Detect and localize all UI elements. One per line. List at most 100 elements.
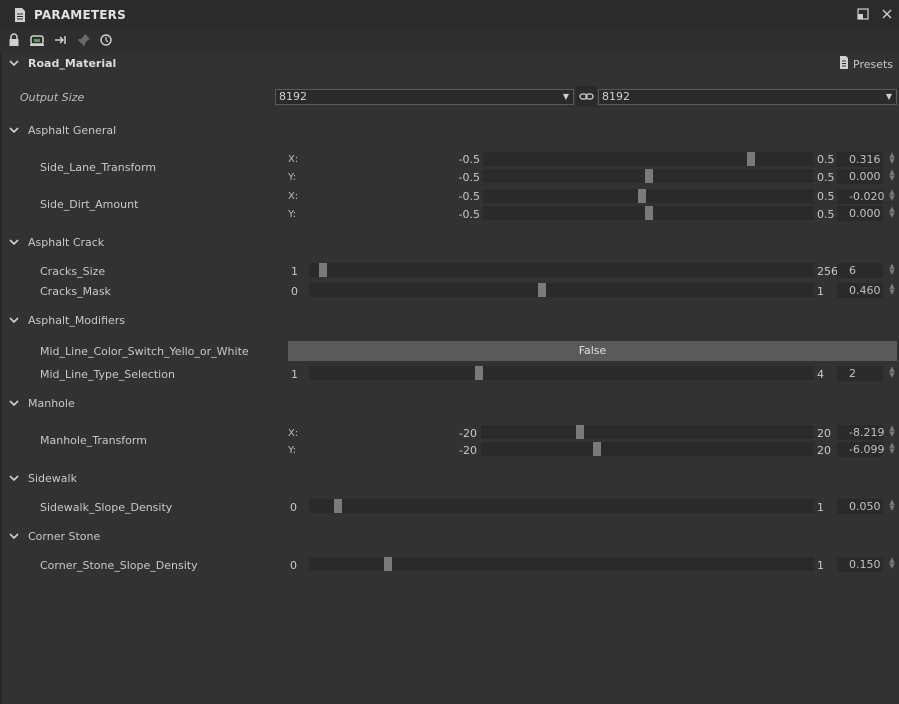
slider-track[interactable] [483, 189, 814, 203]
spinner-icon[interactable]: ▲ ▼ [887, 557, 897, 570]
value-field[interactable]: 0.316 [837, 152, 883, 167]
chevron-down-icon[interactable] [7, 57, 21, 70]
graph-link-icon[interactable] [29, 33, 45, 49]
reset-icon[interactable] [98, 33, 114, 49]
slider-min: -0.5 [458, 153, 480, 166]
slider-handle[interactable] [747, 152, 755, 166]
panel-title-bar [0, 0, 899, 30]
slider-max: 1 [817, 559, 824, 572]
slider-max: 256 [817, 265, 838, 278]
slider-track[interactable] [481, 442, 814, 456]
param-label: Side_Lane_Transform [40, 161, 157, 174]
spinner-icon[interactable]: ▲ ▼ [887, 283, 897, 296]
section-asphalt-crack[interactable]: Asphalt Crack [28, 236, 104, 249]
slider-max: 4 [817, 368, 824, 381]
parameters-toolbar [0, 30, 899, 52]
param-label: Corner_Stone_Slope_Density [40, 559, 198, 572]
slider-max: 1 [817, 285, 824, 298]
slider-track[interactable] [309, 283, 814, 297]
spinner-icon[interactable]: ▲ ▼ [887, 366, 897, 379]
close-icon[interactable] [879, 8, 895, 24]
spinner-icon[interactable]: ▲ ▼ [887, 206, 897, 219]
section-asphalt-modifiers[interactable]: Asphalt_Modifiers [28, 314, 125, 327]
spinner-icon[interactable]: ▲ ▼ [887, 442, 897, 455]
chevron-down-icon[interactable] [7, 236, 21, 249]
lock-icon[interactable] [6, 33, 22, 49]
spinner-icon[interactable]: ▲ ▼ [887, 263, 897, 276]
chevron-down-icon[interactable] [7, 530, 21, 543]
spinner-icon[interactable]: ▲ ▼ [887, 152, 897, 165]
value-field[interactable]: 0.050 [837, 499, 883, 514]
panel-edge [0, 52, 2, 704]
chevron-down-icon[interactable] [7, 124, 21, 137]
slider-max: 20 [817, 427, 831, 440]
expose-parameter-icon[interactable] [53, 33, 69, 49]
value-field[interactable]: 0.460 [837, 283, 883, 298]
param-label: Cracks_Size [40, 265, 106, 278]
slider-min: 1 [291, 265, 298, 278]
param-label: Mid_Line_Color_Switch_Yello_or_White [40, 345, 249, 358]
panel-title: PARAMETERS [34, 8, 126, 22]
slider-handle[interactable] [593, 442, 601, 456]
slider-max: 1 [817, 501, 824, 514]
link-size-toggle[interactable] [576, 86, 597, 107]
output-height-select[interactable]: 8192 ▼ [598, 89, 897, 105]
slider-handle[interactable] [638, 189, 646, 203]
presets-button[interactable]: Presets [853, 58, 893, 71]
output-width-select[interactable]: 8192 ▼ [275, 89, 574, 105]
slider-max: 0.5 [817, 190, 835, 203]
slider-min: -0.5 [458, 190, 480, 203]
slider-handle[interactable] [475, 366, 483, 380]
section-manhole[interactable]: Manhole [28, 397, 75, 410]
undock-icon[interactable] [855, 8, 871, 24]
mid-line-color-toggle[interactable]: False [288, 341, 897, 361]
output-width-value: 8192 [279, 90, 307, 103]
slider-min: -20 [459, 444, 477, 457]
chevron-down-icon[interactable] [7, 314, 21, 327]
axis-label: Y: [288, 445, 297, 456]
slider-track[interactable] [483, 152, 814, 166]
material-name: Road_Material [28, 57, 117, 70]
section-corner-stone[interactable]: Corner Stone [28, 530, 100, 543]
section-sidewalk[interactable]: Sidewalk [28, 472, 77, 485]
value-field[interactable]: 0.000 [837, 169, 883, 184]
slider-handle[interactable] [645, 169, 653, 183]
spinner-icon[interactable]: ▲ ▼ [887, 169, 897, 182]
slider-handle[interactable] [645, 206, 653, 220]
slider-max: 0.5 [817, 153, 835, 166]
value-field[interactable]: -0.020 [837, 189, 884, 204]
slider-handle[interactable] [576, 425, 584, 439]
spinner-icon[interactable]: ▲ ▼ [887, 499, 897, 512]
chevron-down-icon[interactable] [7, 472, 21, 485]
value-field[interactable]: 0.000 [837, 206, 883, 221]
slider-handle[interactable] [384, 557, 392, 571]
axis-label: X: [288, 154, 299, 165]
document-icon [12, 8, 28, 24]
slider-handle[interactable] [319, 263, 327, 277]
presets-icon[interactable] [838, 56, 850, 72]
slider-track[interactable] [309, 366, 814, 380]
pin-icon[interactable] [76, 33, 92, 49]
axis-label: X: [288, 428, 299, 439]
value-field[interactable]: 2 [837, 366, 883, 381]
value-field[interactable]: -8.219 [837, 425, 884, 440]
slider-track[interactable] [481, 425, 814, 439]
slider-track[interactable] [309, 263, 814, 277]
value-field[interactable]: -6.099 [837, 442, 884, 457]
slider-max: 0.5 [817, 208, 835, 221]
spinner-icon[interactable]: ▲ ▼ [887, 189, 897, 202]
slider-track[interactable] [309, 499, 814, 513]
chevron-down-icon[interactable] [7, 397, 21, 410]
spinner-icon[interactable]: ▲ ▼ [887, 425, 897, 438]
value-field[interactable]: 0.150 [837, 557, 883, 572]
slider-handle[interactable] [334, 499, 342, 513]
section-asphalt-general[interactable]: Asphalt General [28, 124, 116, 137]
slider-min: 0 [291, 285, 298, 298]
slider-handle[interactable] [538, 283, 546, 297]
param-label: Mid_Line_Type_Selection [40, 368, 175, 381]
param-label: Cracks_Mask [40, 285, 111, 298]
output-height-value: 8192 [602, 90, 630, 103]
param-label: Sidewalk_Slope_Density [40, 501, 173, 514]
axis-label: Y: [288, 209, 297, 220]
value-field[interactable]: 6 [837, 263, 883, 278]
